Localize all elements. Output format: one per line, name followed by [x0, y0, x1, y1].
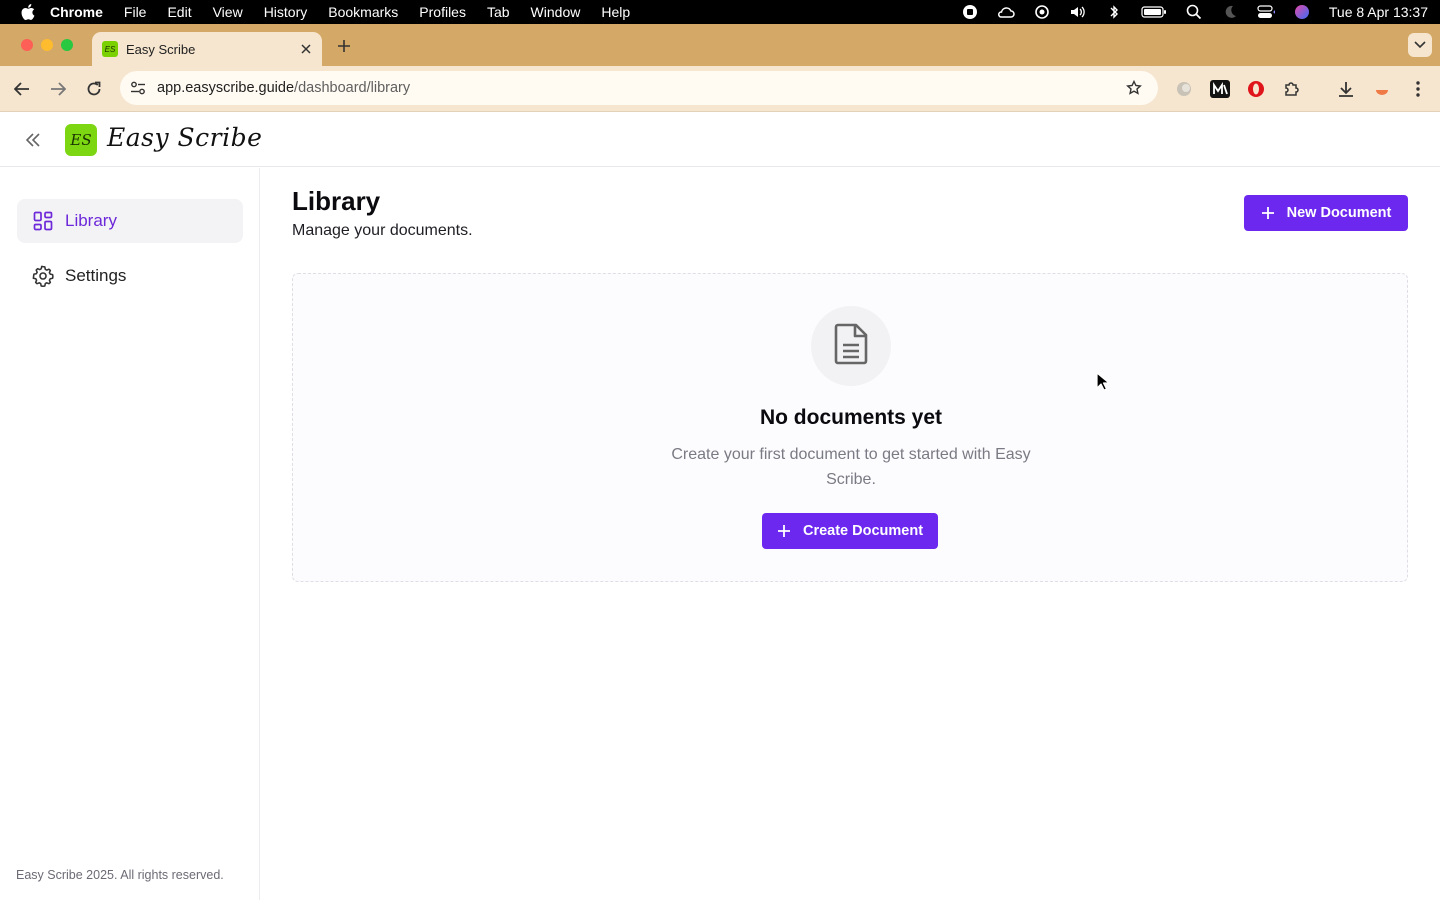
- moon-icon[interactable]: [1221, 4, 1239, 20]
- siri-icon[interactable]: [1293, 4, 1311, 20]
- mouse-cursor-icon: [1096, 372, 1110, 391]
- main-content: Library Manage your documents. New Docum…: [260, 168, 1440, 900]
- extensions-puzzle-icon[interactable]: [1281, 78, 1303, 100]
- menu-window[interactable]: Window: [531, 4, 581, 20]
- create-document-button[interactable]: Create Document: [762, 513, 938, 549]
- back-icon[interactable]: [11, 78, 33, 100]
- downloads-icon[interactable]: [1335, 78, 1357, 100]
- browser-tab-active[interactable]: ES Easy Scribe: [92, 32, 322, 66]
- reload-icon[interactable]: [83, 78, 105, 100]
- page-title: Library: [292, 186, 381, 216]
- profile-avatar-icon[interactable]: [1371, 78, 1393, 100]
- menu-help[interactable]: Help: [601, 4, 630, 20]
- grid-icon: [32, 210, 54, 232]
- plus-icon: [1261, 206, 1275, 220]
- tab-favicon: ES: [102, 41, 118, 57]
- menu-view[interactable]: View: [213, 4, 243, 20]
- menu-edit[interactable]: Edit: [167, 4, 191, 20]
- spotlight-icon[interactable]: [1185, 4, 1203, 20]
- sidebar-item-label: Settings: [65, 266, 127, 285]
- chrome-menu-icon[interactable]: [1407, 78, 1429, 100]
- macos-menubar: Chrome File Edit View History Bookmarks …: [0, 0, 1440, 24]
- control-center-icon[interactable]: [1257, 4, 1275, 20]
- apple-icon[interactable]: [20, 4, 36, 20]
- address-bar[interactable]: app.easyscribe.guide/dashboard/library: [120, 71, 1158, 105]
- menu-file[interactable]: File: [124, 4, 147, 20]
- url-host: app.easyscribe.guide: [157, 80, 295, 96]
- url-path: /dashboard/library: [294, 80, 411, 96]
- sidebar-footer: Easy Scribe 2025. All rights reserved.: [16, 868, 224, 882]
- forward-icon[interactable]: [47, 78, 69, 100]
- menu-app-name[interactable]: Chrome: [50, 4, 103, 20]
- browser-toolbar: app.easyscribe.guide/dashboard/library: [0, 66, 1440, 112]
- extension-avatar-icon[interactable]: [1173, 78, 1195, 100]
- tab-search-chevron-icon[interactable]: [1408, 33, 1432, 57]
- menu-history[interactable]: History: [264, 4, 308, 20]
- url-text[interactable]: app.easyscribe.guide/dashboard/library: [157, 80, 410, 96]
- window-minimize-button[interactable]: [41, 39, 53, 51]
- logo-mark[interactable]: ES: [65, 124, 97, 156]
- empty-state-description: Create your first document to get starte…: [671, 446, 1031, 488]
- sidebar: Library Settings Easy Scribe 2025. All r…: [0, 168, 260, 900]
- new-document-label: New Document: [1286, 205, 1392, 221]
- sidebar-item-settings[interactable]: Settings: [17, 254, 243, 298]
- new-tab-icon[interactable]: [334, 36, 354, 56]
- extension-opera-icon[interactable]: [1245, 78, 1267, 100]
- window-zoom-button[interactable]: [61, 39, 73, 51]
- site-info-icon[interactable]: [127, 77, 149, 99]
- window-close-button[interactable]: [21, 39, 33, 51]
- extension-m-icon[interactable]: [1209, 78, 1231, 100]
- empty-state-card: No documents yet Create your first docum…: [292, 273, 1408, 582]
- document-icon: [834, 323, 868, 370]
- empty-state-title: No documents yet: [759, 406, 943, 429]
- plus-icon: [777, 524, 791, 538]
- bookmark-star-icon[interactable]: [1124, 78, 1144, 98]
- new-document-button[interactable]: New Document: [1244, 195, 1408, 231]
- record-icon[interactable]: [961, 4, 979, 20]
- page-subtitle: Manage your documents.: [292, 222, 473, 239]
- menu-tab[interactable]: Tab: [487, 4, 510, 20]
- browser-tabstrip: ES Easy Scribe: [0, 24, 1440, 66]
- cloud-icon[interactable]: [997, 4, 1015, 20]
- empty-state-icon-circle: [811, 306, 891, 386]
- create-document-label: Create Document: [802, 523, 924, 539]
- menu-bookmarks[interactable]: Bookmarks: [328, 4, 398, 20]
- sidebar-item-label: Library: [65, 211, 117, 230]
- logo-wordmark[interactable]: Easy Scribe: [107, 123, 262, 152]
- volume-icon[interactable]: [1069, 4, 1087, 20]
- close-tab-icon[interactable]: [298, 41, 314, 57]
- gear-icon: [32, 265, 54, 287]
- menubar-clock[interactable]: Tue 8 Apr 13:37: [1329, 4, 1428, 20]
- collapse-sidebar-icon[interactable]: [22, 129, 44, 151]
- tab-title: Easy Scribe: [126, 41, 196, 57]
- airplay-icon[interactable]: [1033, 4, 1051, 20]
- battery-icon[interactable]: [1141, 4, 1167, 20]
- app-header: ES Easy Scribe: [0, 113, 1440, 167]
- sidebar-item-library[interactable]: Library: [17, 199, 243, 243]
- menu-profiles[interactable]: Profiles: [419, 4, 466, 20]
- bluetooth-icon[interactable]: [1105, 4, 1123, 20]
